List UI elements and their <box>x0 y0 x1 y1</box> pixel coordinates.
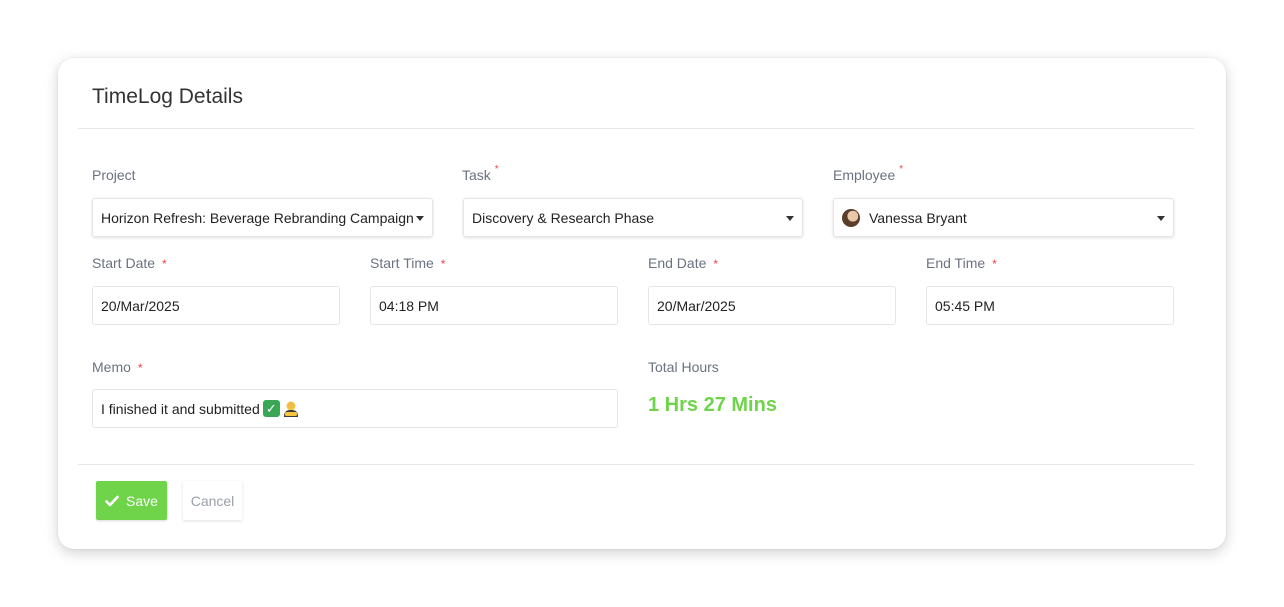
required-marker: * <box>494 164 499 175</box>
memo-label: Memo * <box>92 359 143 375</box>
task-select-value: Discovery & Research Phase <box>472 209 655 226</box>
total-hours-label: Total Hours <box>648 359 719 375</box>
save-button[interactable]: Save <box>96 481 167 520</box>
employee-select-value: Vanessa Bryant <box>869 209 967 226</box>
start-date-label: Start Date * <box>92 255 167 271</box>
end-time-input[interactable]: 05:45 PM <box>926 286 1174 325</box>
start-date-input[interactable]: 20/Mar/2025 <box>92 286 340 325</box>
end-time-label: End Time * <box>926 255 997 271</box>
memo-input[interactable]: I finished it and submitted ✓ <box>92 389 618 428</box>
end-time-value: 05:45 PM <box>935 297 995 314</box>
memo-emojis: ✓ <box>262 400 300 417</box>
header-divider <box>78 128 1194 129</box>
start-time-input[interactable]: 04:18 PM <box>370 286 618 325</box>
cancel-button[interactable]: Cancel <box>183 481 242 520</box>
total-hours-value: 1 Hrs 27 Mins <box>648 394 777 416</box>
project-select[interactable]: Horizon Refresh: Beverage Rebranding Cam… <box>92 198 433 237</box>
caret-down-icon <box>1157 216 1165 221</box>
required-marker: * <box>713 257 719 271</box>
required-marker: * <box>440 257 446 271</box>
start-time-label: Start Time * <box>370 255 446 271</box>
required-marker: * <box>137 361 143 375</box>
end-date-value: 20/Mar/2025 <box>657 297 736 314</box>
save-button-label: Save <box>126 492 158 509</box>
person-bowing-emoji <box>283 401 298 417</box>
check-mark-button-emoji: ✓ <box>262 400 280 417</box>
footer-divider <box>78 464 1194 465</box>
start-time-value: 04:18 PM <box>379 297 439 314</box>
end-date-input[interactable]: 20/Mar/2025 <box>648 286 896 325</box>
card-title: TimeLog Details <box>92 85 243 108</box>
caret-down-icon <box>416 216 424 221</box>
end-date-label: End Date * <box>648 255 719 271</box>
employee-select[interactable]: Vanessa Bryant <box>833 198 1174 237</box>
project-select-value: Horizon Refresh: Beverage Rebranding Cam… <box>101 209 414 226</box>
employee-avatar <box>842 208 860 227</box>
check-icon <box>105 495 119 506</box>
start-date-value: 20/Mar/2025 <box>101 297 180 314</box>
caret-down-icon <box>786 216 794 221</box>
required-marker: * <box>992 257 997 271</box>
memo-value: I finished it and submitted <box>101 400 260 417</box>
timelog-details-card: TimeLog Details Project Horizon Refresh:… <box>58 58 1226 549</box>
project-label: Project <box>92 167 136 183</box>
required-marker: * <box>899 164 904 175</box>
employee-label: Employee * <box>833 164 904 183</box>
required-marker: * <box>162 257 167 271</box>
task-label: Task * <box>462 164 499 183</box>
task-select[interactable]: Discovery & Research Phase <box>463 198 803 237</box>
